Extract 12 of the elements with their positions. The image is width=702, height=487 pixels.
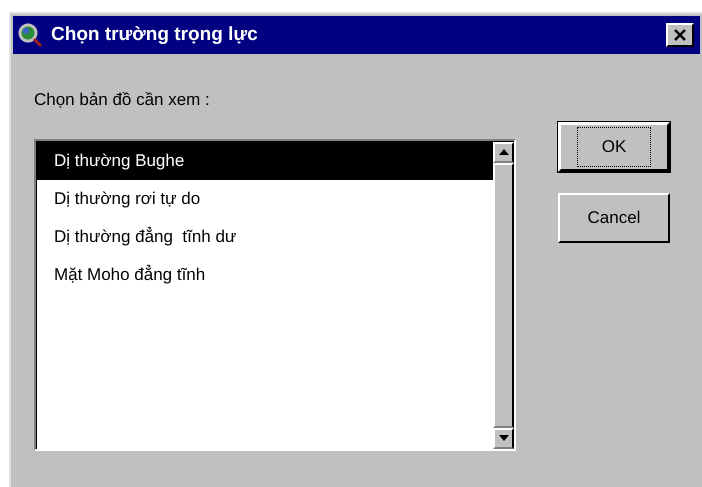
close-icon xyxy=(673,29,687,41)
scroll-down-button[interactable] xyxy=(493,428,514,448)
close-button[interactable] xyxy=(666,23,694,47)
up-arrow-icon xyxy=(498,149,508,155)
window-title: Chọn trường trọng lực xyxy=(51,22,259,47)
dialog-button[interactable]: OK xyxy=(558,122,670,172)
scroll-up-button[interactable] xyxy=(493,142,514,162)
down-arrow-icon xyxy=(498,435,508,441)
dialog-button[interactable]: Cancel xyxy=(558,193,670,243)
globe-magnifier-icon xyxy=(17,22,43,48)
list-item[interactable]: Dị thường Bughe xyxy=(37,142,493,180)
prompt-label: Chọn bản đồ cần xem : xyxy=(34,89,211,111)
